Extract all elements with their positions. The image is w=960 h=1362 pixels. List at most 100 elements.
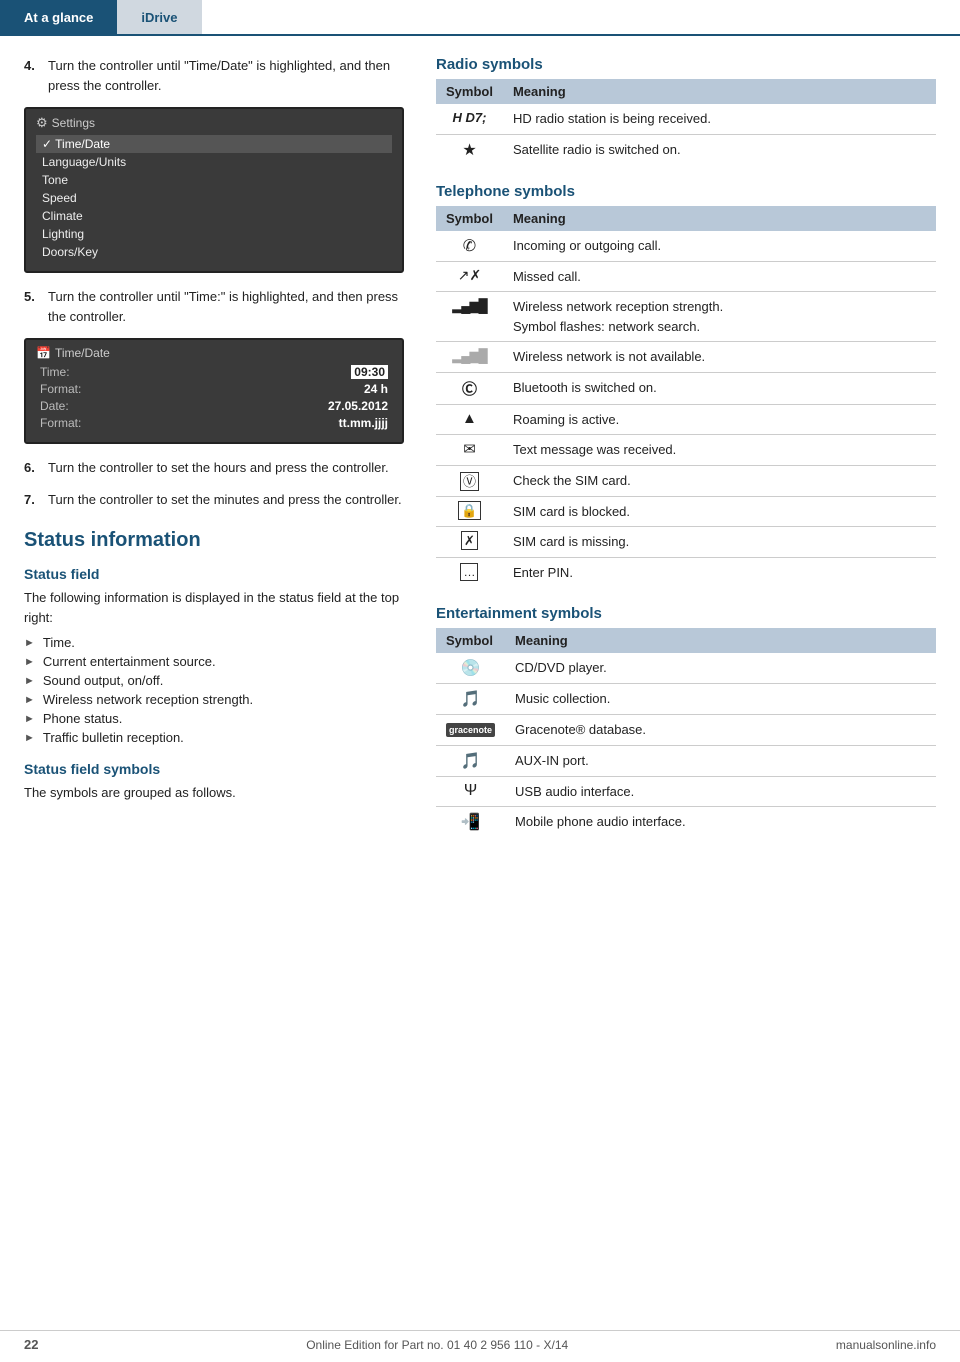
bullet-arrow-5: ► [24,713,35,725]
tel-meaning-sim-missing: SIM card is missing. [503,527,936,558]
radio-row-satellite: ★ Satellite radio is switched on. [436,134,936,165]
ent-row-mobile: 📲 Mobile phone audio interface. [436,807,936,838]
tab-idrive-label: iDrive [141,10,177,25]
td-row-format2: Format: tt.mm.jjjj [36,415,392,431]
ent-row-music: 🎵 Music collection. [436,684,936,715]
td-label-format1: Format: [40,382,110,396]
footer-right-text: manualsonline.info [836,1338,936,1352]
calendar-icon: 📅 [36,346,51,360]
ent-row-gracenote: gracenote Gracenote® database. [436,715,936,746]
tel-row-nosignal: ▂▄▆█ Wireless network is not available. [436,342,936,373]
ent-sym-usb: Ψ [436,776,505,807]
tel-col-symbol: Symbol [436,206,503,231]
menu-item-climate: Climate [36,207,392,225]
ent-sym-cd: 💿 [436,653,505,684]
step-6-number: 6. [24,458,40,478]
bullet-arrow-4: ► [24,694,35,706]
td-value-time: 09:30 [351,365,388,379]
radio-symbols-title: Radio symbols [436,56,936,73]
tel-meaning-nosignal: Wireless network is not available. [503,342,936,373]
tel-sym-pin: … [436,557,503,587]
bullet-sound: ►Sound output, on/off. [24,671,404,690]
td-value-format2: tt.mm.jjjj [339,416,388,430]
tab-idrive[interactable]: iDrive [117,0,201,34]
td-label-date: Date: [40,399,110,413]
radio-table-header: Symbol Meaning [436,79,936,104]
page-number: 22 [24,1337,38,1352]
step-4: 4. Turn the controller until "Time/Date"… [24,56,404,95]
tel-meaning-roaming: Roaming is active. [503,404,936,435]
tel-meaning-signal: Wireless network reception strength.Symb… [503,292,936,342]
tel-sym-nosignal: ▂▄▆█ [436,342,503,373]
ent-col-meaning: Meaning [505,628,936,653]
step-5-text: Turn the controller until "Time:" is hig… [48,287,404,326]
step-6-text: Turn the controller to set the hours and… [48,458,389,478]
tel-sym-signal: ▂▄▆█ [436,292,503,342]
ent-row-cd: 💿 CD/DVD player. [436,653,936,684]
td-row-time: Time: 09:30 [36,364,392,380]
bullet-arrow-3: ► [24,675,35,687]
screen-2: 📅 Time/Date Time: 09:30 Format: 24 h Dat… [24,338,404,444]
screen-2-header: 📅 Time/Date [36,346,392,360]
screen-1-header: ⚙ Settings [36,115,392,131]
ent-meaning-aux: AUX-IN port. [505,745,936,776]
tel-row-sim-blocked: 🔒 SIM card is blocked. [436,496,936,527]
tel-col-meaning: Meaning [503,206,936,231]
telephone-symbols-table: Symbol Meaning ✆ Incoming or outgoing ca… [436,206,936,588]
step-4-number: 4. [24,56,40,95]
bullet-arrow-6: ► [24,732,35,744]
step-7-number: 7. [24,490,40,510]
tel-meaning-sim-blocked: SIM card is blocked. [503,496,936,527]
tel-row-bluetooth: Ⓒ Bluetooth is switched on. [436,372,936,404]
td-row-format1: Format: 24 h [36,381,392,397]
step-7: 7. Turn the controller to set the minute… [24,490,404,510]
menu-item-time-date: Time/Date [36,135,392,153]
tel-row-call: ✆ Incoming or outgoing call. [436,231,936,262]
footer-text: Online Edition for Part no. 01 40 2 956 … [306,1338,568,1352]
screen-1-wrapper: ⚙ Settings Time/Date Language/Units Tone… [24,107,404,273]
tel-meaning-pin: Enter PIN. [503,557,936,587]
tel-sym-sim-missing: ✗ [436,527,503,558]
page-footer: 22 Online Edition for Part no. 01 40 2 9… [0,1330,960,1352]
tel-row-sms: ✉ Text message was received. [436,435,936,466]
radio-meaning-hd: HD radio station is being received. [503,104,936,134]
screen-1: ⚙ Settings Time/Date Language/Units Tone… [24,107,404,273]
bullet-arrow-2: ► [24,656,35,668]
ent-meaning-gracenote: Gracenote® database. [505,715,936,746]
tab-at-a-glance-label: At a glance [24,10,93,25]
ent-row-aux: 🎵 AUX-IN port. [436,745,936,776]
screen-1-title: Settings [52,116,95,130]
step-7-text: Turn the controller to set the minutes a… [48,490,402,510]
step-4-text: Turn the controller until "Time/Date" is… [48,56,404,95]
ent-table-header: Symbol Meaning [436,628,936,653]
tel-meaning-missed: Missed call. [503,261,936,292]
tel-sym-bluetooth: Ⓒ [436,372,503,404]
tel-row-signal: ▂▄▆█ Wireless network reception strength… [436,292,936,342]
td-label-time: Time: [40,365,110,379]
ent-sym-music: 🎵 [436,684,505,715]
tel-row-sim-check: Ⓥ Check the SIM card. [436,465,936,496]
tel-row-pin: … Enter PIN. [436,557,936,587]
step-5-number: 5. [24,287,40,326]
bullet-wireless: ►Wireless network reception strength. [24,690,404,709]
ent-meaning-music: Music collection. [505,684,936,715]
radio-col-meaning: Meaning [503,79,936,104]
ent-row-usb: Ψ USB audio interface. [436,776,936,807]
tab-at-a-glance[interactable]: At a glance [0,0,117,34]
td-row-date: Date: 27.05.2012 [36,398,392,414]
ent-meaning-mobile: Mobile phone audio interface. [505,807,936,838]
radio-sym-satellite: ★ [436,134,503,165]
menu-item-tone: Tone [36,171,392,189]
tel-row-roaming: ▲ Roaming is active. [436,404,936,435]
ent-meaning-usb: USB audio interface. [505,776,936,807]
ent-sym-aux: 🎵 [436,745,505,776]
tel-sym-sms: ✉ [436,435,503,466]
menu-item-speed: Speed [36,189,392,207]
status-field-desc: The following information is displayed i… [24,588,404,627]
step-6: 6. Turn the controller to set the hours … [24,458,404,478]
entertainment-symbols-title: Entertainment symbols [436,605,936,622]
status-information-heading: Status information [24,529,404,552]
status-field-heading: Status field [24,566,404,582]
tel-sym-sim-blocked: 🔒 [436,496,503,527]
ent-sym-gracenote: gracenote [436,715,505,746]
